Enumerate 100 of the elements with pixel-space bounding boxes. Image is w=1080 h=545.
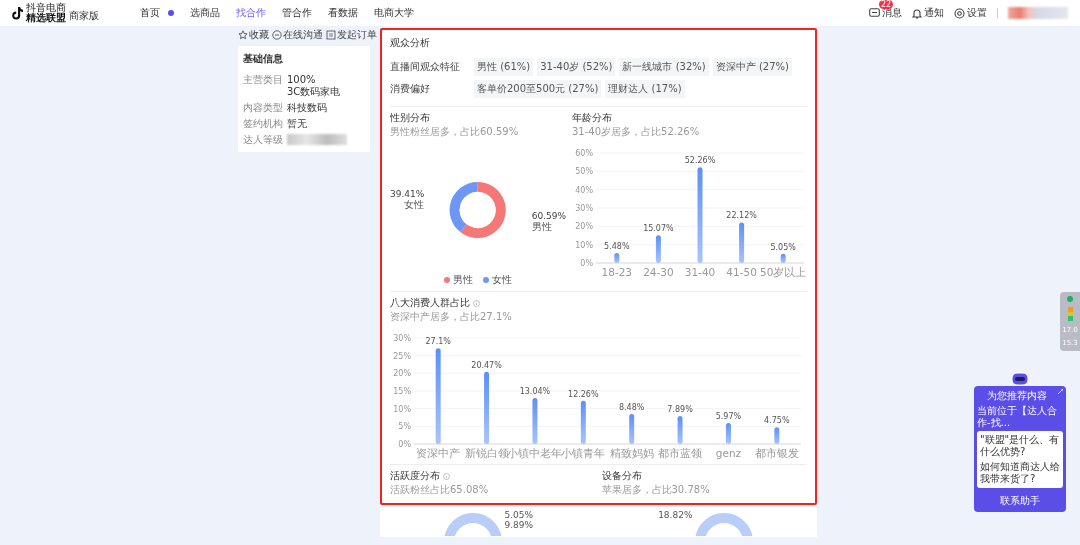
- value-label: 13.04%: [519, 386, 551, 396]
- question-link[interactable]: "联盟"是什么、有什么优势?: [980, 434, 1060, 458]
- chat-button[interactable]: 在线沟通: [272, 28, 323, 42]
- axis-label: 50岁以上: [760, 266, 807, 278]
- slice-value: 39.41%: [390, 189, 425, 200]
- question-link[interactable]: 如何知道商达人给我带来货了?: [980, 461, 1060, 485]
- star-icon: [238, 30, 248, 40]
- axis-label: 5%: [398, 422, 411, 432]
- value-label: 15.07%: [643, 224, 674, 234]
- axis-label: 31-40: [684, 266, 716, 278]
- logo-edition: 商家版: [69, 8, 99, 23]
- nav-tab[interactable]: 管合作: [282, 6, 312, 20]
- settings-icon[interactable]: [954, 7, 965, 19]
- nav-tab[interactable]: 选商品: [190, 6, 220, 20]
- trait-tag: 资深中产 (27%): [712, 58, 792, 76]
- axis-label: 30%: [575, 204, 593, 213]
- axis-label: 24-30: [643, 266, 674, 278]
- nav-tab[interactable]: 首页: [140, 6, 160, 20]
- value-label: 52.26%: [684, 156, 716, 166]
- status-dot: [1067, 296, 1073, 302]
- info-value: 暂无: [287, 118, 307, 130]
- nav-tab[interactable]: 电商大学: [374, 6, 414, 20]
- chat-icon: [272, 30, 282, 40]
- trait-tag: 男性 (61%): [474, 58, 534, 76]
- section-title: 观众分析: [390, 36, 431, 50]
- section-title: 基础信息: [243, 52, 284, 66]
- order-button[interactable]: 发起订单: [326, 28, 377, 42]
- redacted-user: [1008, 7, 1068, 19]
- axis-label: 60%: [575, 149, 593, 158]
- nav-tab[interactable]: 看数据: [328, 6, 358, 20]
- value-label: 4.75%: [764, 416, 790, 426]
- value-label: 5.48%: [604, 241, 630, 251]
- axis-label: 25%: [393, 351, 411, 361]
- trait-label: 消费偏好: [390, 82, 431, 96]
- favorite-button[interactable]: 收藏: [238, 28, 269, 42]
- count-badge: 22: [879, 0, 894, 9]
- donut-drawing: [442, 510, 503, 536]
- slice-label: 男性: [531, 221, 553, 233]
- axis-label: 精致妈妈: [609, 447, 654, 459]
- axis-label: 都市银发: [754, 447, 799, 459]
- slice-value: 9.89%: [504, 520, 534, 530]
- document-icon: [326, 30, 336, 40]
- info-label: 达人等级: [243, 134, 283, 146]
- axis-label: 30%: [393, 334, 411, 343]
- settings-button[interactable]: 设置: [954, 6, 987, 20]
- axis-label: 资深中产: [416, 447, 461, 459]
- chart-title: 八大消费人群占比: [390, 296, 470, 310]
- message-icon[interactable]: [869, 8, 880, 18]
- info-value: 科技数码: [287, 102, 327, 114]
- panel-context: 当前位于【达人合作-找...: [977, 405, 1058, 429]
- info-value: 3C数码家电: [287, 86, 341, 98]
- value-label: 20.47%: [471, 360, 502, 370]
- donut-drawing: [694, 510, 755, 536]
- axis-label: 小镇青年: [561, 447, 606, 459]
- slice-value: 60.59%: [531, 211, 566, 222]
- axis-label: 都市蓝领: [658, 447, 703, 459]
- axis-label: 小镇中老年: [507, 447, 563, 459]
- logo-caption: 抖音电商: [26, 3, 66, 13]
- trait-label: 直播间观众特征: [390, 60, 461, 74]
- axis-label: 18-23: [601, 266, 633, 278]
- chart-title: 活跃度分布: [390, 469, 440, 483]
- value-label: 5.05%: [770, 242, 796, 252]
- nav-tab[interactable]: 找合作: [236, 6, 266, 20]
- axis-label: 50%: [575, 167, 593, 177]
- axis-label: 10%: [575, 240, 593, 250]
- value-label: 27.1%: [425, 337, 451, 347]
- axis-label: 0%: [580, 259, 593, 268]
- trait-tag: 新一线城市 (32%): [619, 58, 709, 76]
- expand-icon[interactable]: [1058, 389, 1063, 394]
- axis-label: 41-50: [726, 266, 757, 278]
- chart-subtitle: 资深中产居多，占比27.1%: [390, 310, 512, 324]
- chart-subtitle: 苹果居多，占比30.78%: [601, 483, 710, 497]
- chart-subtitle: 31-40岁居多，占比52.26%: [572, 125, 700, 139]
- legend-label: 男性: [453, 273, 473, 287]
- axis-label: 40%: [575, 185, 593, 195]
- axis-label: 新锐白领: [464, 447, 509, 459]
- panel-title: 为您推荐内容: [987, 389, 1047, 403]
- trait-tag: 31-40岁 (52%): [537, 58, 616, 76]
- axis-label: 20%: [575, 222, 593, 232]
- chart-subtitle: 男性粉丝居多，占比60.59%: [390, 125, 519, 139]
- logo-icon: [12, 6, 23, 20]
- slice-value: 18.82%: [658, 510, 693, 520]
- value-label: 8.48%: [619, 403, 645, 413]
- meter-icon: [1067, 307, 1073, 321]
- trait-tag: 理财达人 (17%): [605, 80, 685, 98]
- slice-label: 女性: [404, 199, 425, 211]
- axis-label: 15%: [393, 387, 411, 396]
- info-label: 主营类目: [243, 74, 283, 87]
- notifications-button[interactable]: 通知: [912, 6, 944, 20]
- info-label: 内容类型: [243, 102, 283, 114]
- chart-title: 年龄分布: [572, 111, 612, 125]
- info-label: 签约机构: [243, 118, 283, 130]
- slice-value: 5.05%: [504, 510, 534, 520]
- legend-label: 女性: [492, 273, 512, 287]
- value-label: 5.97%: [715, 411, 742, 421]
- logo-title: 精选联盟: [26, 13, 66, 23]
- value-label: 22.12%: [726, 211, 757, 221]
- info-value: 100%: [287, 74, 317, 86]
- chart-title: 性别分布: [390, 111, 430, 125]
- bell-icon[interactable]: [912, 7, 922, 19]
